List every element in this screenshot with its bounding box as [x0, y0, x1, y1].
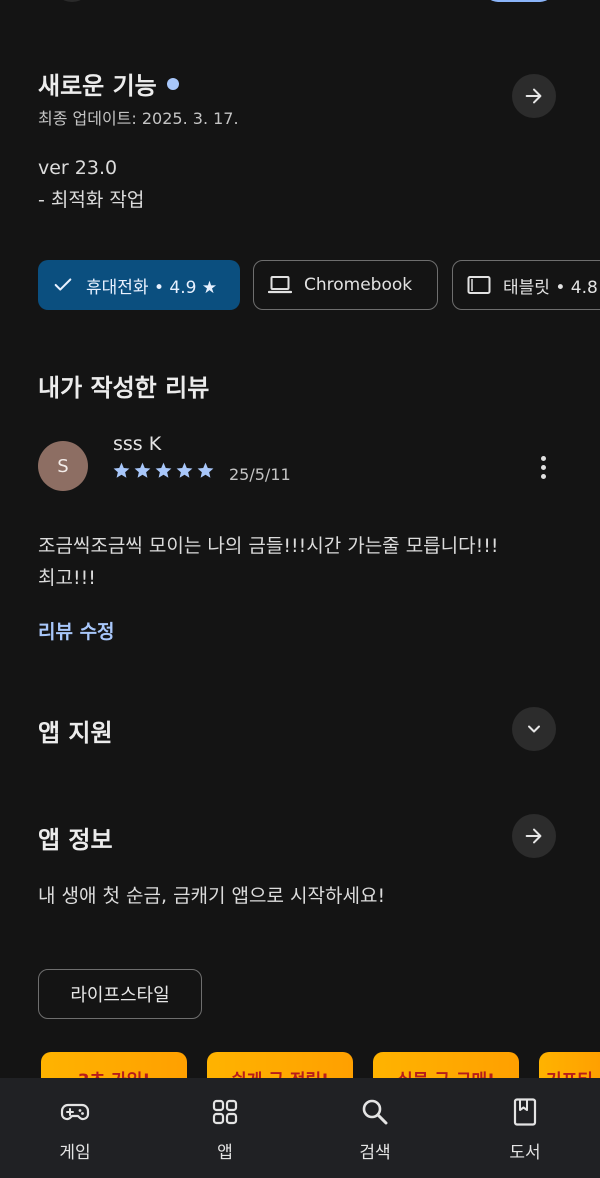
more-vert-icon	[540, 455, 546, 461]
check-icon	[54, 278, 72, 291]
device-chip-chromebook[interactable]: Chromebook	[253, 260, 438, 310]
new-indicator-dot	[166, 78, 179, 90]
nav-item-books[interactable]: 도서	[450, 1078, 600, 1178]
rating-stars	[112, 461, 215, 480]
tablet-icon	[467, 276, 491, 294]
nav-label: 게임	[59, 1143, 91, 1163]
device-chip-phone[interactable]: 휴대전화 • 4.9 ★	[38, 260, 240, 310]
star-icon	[197, 462, 214, 478]
whats-new-arrow-button[interactable]	[512, 74, 556, 118]
app-info-title: 앱 정보	[38, 826, 113, 854]
arrow-right-icon	[525, 828, 542, 844]
book-icon	[513, 1098, 537, 1126]
device-chip-label: 태블릿 • 4.8 ★	[503, 277, 600, 298]
nav-item-games[interactable]: 게임	[0, 1078, 150, 1178]
nav-item-search[interactable]: 검색	[300, 1078, 450, 1178]
review-text-line2: 최고!!!	[38, 567, 96, 589]
clipped-install-button[interactable]	[484, 0, 554, 2]
nav-label: 도서	[509, 1143, 541, 1163]
reviewer-name: sss K	[113, 433, 162, 455]
whats-new-title-text: 새로운 기능	[38, 72, 157, 100]
my-review-title: 내가 작성한 리뷰	[38, 374, 210, 402]
search-icon	[362, 1099, 388, 1125]
arrow-right-icon	[525, 88, 542, 104]
bottom-navigation: 게임 앱 검색 도서	[0, 1078, 600, 1178]
clipped-element	[52, 0, 92, 2]
review-date: 25/5/11	[229, 465, 291, 484]
star-icon	[134, 462, 151, 478]
star-icon	[155, 462, 172, 478]
review-text-line1: 조금씩조금씩 모이는 나의 금들!!!시간 가는줄 모릅니다!!!	[38, 535, 499, 557]
app-support-title: 앱 지원	[38, 719, 113, 747]
app-info-arrow-button[interactable]	[512, 814, 556, 858]
category-chip[interactable]: 라이프스타일	[38, 969, 202, 1019]
edit-review-link[interactable]: 리뷰 수정	[38, 617, 115, 644]
chevron-down-icon	[528, 725, 540, 733]
device-chip-label: 휴대전화 • 4.9 ★	[86, 277, 218, 298]
star-icon	[176, 462, 193, 478]
whats-new-title: 새로운 기능	[38, 66, 179, 101]
nav-label: 앱	[217, 1143, 233, 1163]
app-support-expand-button[interactable]	[512, 707, 556, 751]
star-icon	[113, 462, 130, 478]
update-note: - 최적화 작업	[38, 189, 145, 211]
laptop-icon	[268, 276, 292, 294]
apps-grid-icon	[212, 1099, 238, 1125]
more-options-button[interactable]	[530, 450, 556, 484]
device-chip-label: Chromebook	[304, 275, 413, 295]
gamepad-icon	[60, 1103, 90, 1121]
last-updated: 최종 업데이트: 2025. 3. 17.	[38, 109, 239, 128]
nav-label: 검색	[359, 1143, 391, 1163]
nav-item-apps[interactable]: 앱	[150, 1078, 300, 1178]
device-chip-tablet[interactable]: 태블릿 • 4.8 ★	[452, 260, 600, 310]
version-text: ver 23.0	[38, 157, 118, 179]
app-details-page: 새로운 기능 최종 업데이트: 2025. 3. 17. ver 23.0 - …	[0, 0, 600, 1178]
app-description: 내 생애 첫 순금, 금캐기 앱으로 시작하세요!	[38, 885, 386, 907]
avatar: S	[38, 441, 88, 491]
